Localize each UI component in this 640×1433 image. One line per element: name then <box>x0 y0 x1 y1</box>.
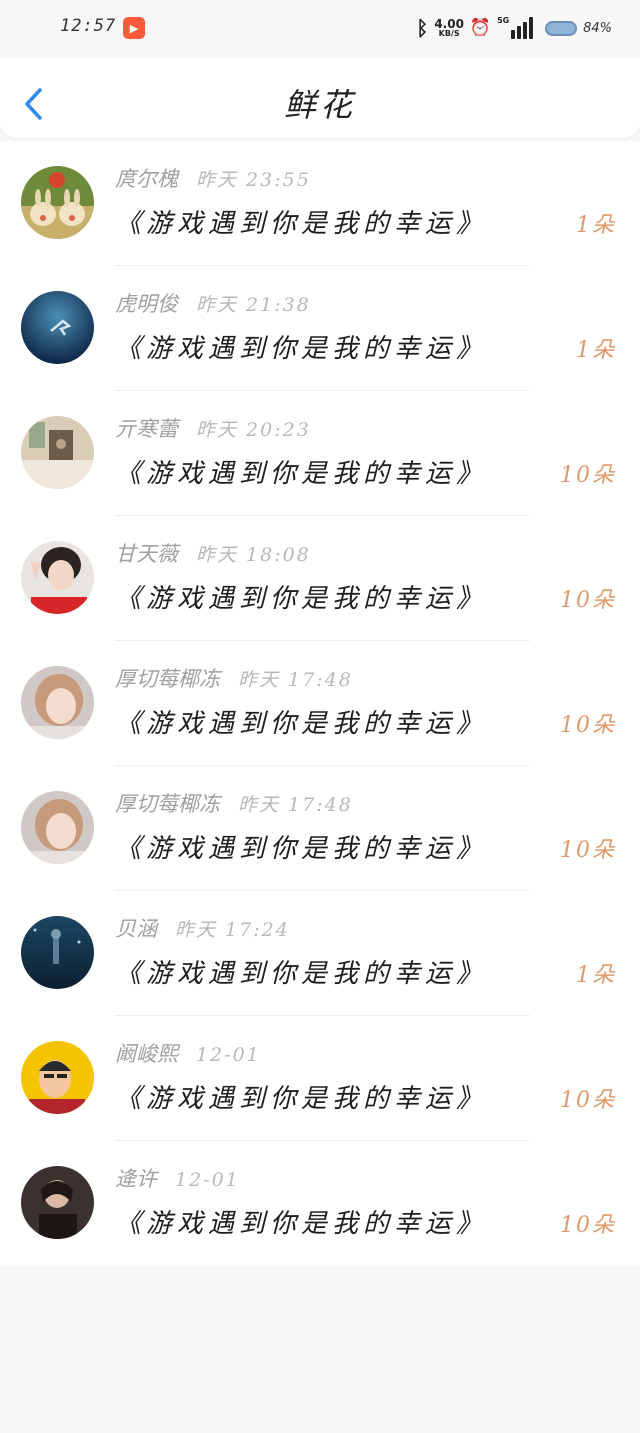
send-time: 12-01 <box>196 1044 261 1066</box>
sender-name: 阚峻熙 <box>115 1042 178 1066</box>
send-time: 昨天 20:23 <box>196 419 311 441</box>
sender-name: 亓寒蕾 <box>115 417 178 441</box>
send-time: 昨天 17:48 <box>238 669 353 691</box>
item-meta: 厚切莓椰冻 昨天 17:48 <box>115 663 353 693</box>
flower-count: 10朵 <box>560 463 616 488</box>
battery-icon <box>545 20 578 36</box>
item-meta: 亓寒蕾 昨天 20:23 <box>115 413 311 443</box>
item-meta: 虎明俊 昨天 21:38 <box>115 288 311 318</box>
flower-count: 10朵 <box>560 1088 616 1113</box>
flower-count: 10朵 <box>560 838 616 863</box>
item-meta: 甘天薇 昨天 18:08 <box>115 538 311 568</box>
list-item[interactable]: 亓寒蕾 昨天 20:23 《游戏遇到你是我的幸运》 10朵 <box>0 391 640 516</box>
item-content: 《游戏遇到你是我的幸运》 <box>115 584 488 614</box>
battery-level: 84% <box>583 20 612 36</box>
avatar[interactable] <box>21 416 94 489</box>
page-title: 鲜花 <box>283 86 356 124</box>
flower-count: 1朵 <box>576 963 616 988</box>
network-type: 5G <box>497 16 510 25</box>
item-content: 《游戏遇到你是我的幸运》 <box>115 209 488 239</box>
send-time: 昨天 18:08 <box>196 544 311 566</box>
status-bar: 12:57 ▶ ᛒ 4.00 KB/S ⏰ 5G 84% <box>0 0 640 58</box>
item-content: 《游戏遇到你是我的幸运》 <box>115 959 488 989</box>
sender-name: 逄许 <box>115 1167 157 1191</box>
bluetooth-icon: ᛒ <box>416 16 429 40</box>
avatar[interactable] <box>21 1041 94 1114</box>
signal-icon: 5G <box>497 16 534 39</box>
item-meta: 庹尔槐 昨天 23:55 <box>115 163 311 193</box>
sender-name: 厚切莓椰冻 <box>115 792 220 816</box>
avatar[interactable] <box>21 291 94 364</box>
sender-name: 虎明俊 <box>115 292 178 316</box>
sender-name: 贝涵 <box>115 917 157 941</box>
header: 鲜花 <box>0 58 640 138</box>
item-meta: 贝涵 昨天 17:24 <box>115 913 290 943</box>
avatar[interactable] <box>21 791 94 864</box>
sender-name: 甘天薇 <box>115 542 178 566</box>
flower-count: 10朵 <box>560 1213 616 1238</box>
list-item[interactable]: 庹尔槐 昨天 23:55 《游戏遇到你是我的幸运》 1朵 <box>0 141 640 266</box>
status-icons: ᛒ 4.00 KB/S ⏰ 5G 84% <box>416 14 612 42</box>
item-content: 《游戏遇到你是我的幸运》 <box>115 834 488 864</box>
alarm-icon: ⏰ <box>469 18 492 38</box>
list-item[interactable]: 逄许 12-01 《游戏遇到你是我的幸运》 10朵 <box>0 1141 640 1266</box>
avatar[interactable] <box>21 166 94 239</box>
list-item[interactable]: 厚切莓椰冻 昨天 17:48 《游戏遇到你是我的幸运》 10朵 <box>0 641 640 766</box>
network-speed-unit: KB/S <box>438 29 460 38</box>
item-meta: 厚切莓椰冻 昨天 17:48 <box>115 788 353 818</box>
item-content: 《游戏遇到你是我的幸运》 <box>115 1209 488 1239</box>
avatar[interactable] <box>21 666 94 739</box>
item-meta: 阚峻熙 12-01 <box>115 1038 261 1068</box>
flower-record-list: 庹尔槐 昨天 23:55 《游戏遇到你是我的幸运》 1朵 虎明俊 昨天 21:38 … <box>0 141 640 1266</box>
send-time: 12-01 <box>175 1169 240 1191</box>
status-time: 12:57 <box>60 16 117 36</box>
list-item[interactable]: 甘天薇 昨天 18:08 《游戏遇到你是我的幸运》 10朵 <box>0 516 640 641</box>
flower-count: 1朵 <box>576 338 616 363</box>
list-item[interactable]: 厚切莓椰冻 昨天 17:48 《游戏遇到你是我的幸运》 10朵 <box>0 766 640 891</box>
flower-count: 1朵 <box>576 213 616 238</box>
send-time: 昨天 21:38 <box>196 294 311 316</box>
send-time: 昨天 17:48 <box>238 794 353 816</box>
sender-name: 厚切莓椰冻 <box>115 667 220 691</box>
item-meta: 逄许 12-01 <box>115 1163 240 1193</box>
network-speed: 4.00 KB/S <box>434 18 464 38</box>
app-icon: ▶ <box>123 17 145 39</box>
flower-count: 10朵 <box>560 588 616 613</box>
flower-count: 10朵 <box>560 713 616 738</box>
list-item[interactable]: 虎明俊 昨天 21:38 《游戏遇到你是我的幸运》 1朵 <box>0 266 640 391</box>
item-content: 《游戏遇到你是我的幸运》 <box>115 459 488 489</box>
item-content: 《游戏遇到你是我的幸运》 <box>115 1084 488 1114</box>
avatar[interactable] <box>21 1166 94 1239</box>
send-time: 昨天 23:55 <box>196 169 311 191</box>
list-item[interactable]: 贝涵 昨天 17:24 《游戏遇到你是我的幸运》 1朵 <box>0 891 640 1016</box>
item-content: 《游戏遇到你是我的幸运》 <box>115 334 488 364</box>
sender-name: 庹尔槐 <box>115 167 178 191</box>
list-item[interactable]: 阚峻熙 12-01 《游戏遇到你是我的幸运》 10朵 <box>0 1016 640 1141</box>
avatar[interactable] <box>21 541 94 614</box>
send-time: 昨天 17:24 <box>175 919 290 941</box>
avatar[interactable] <box>21 916 94 989</box>
item-content: 《游戏遇到你是我的幸运》 <box>115 709 488 739</box>
